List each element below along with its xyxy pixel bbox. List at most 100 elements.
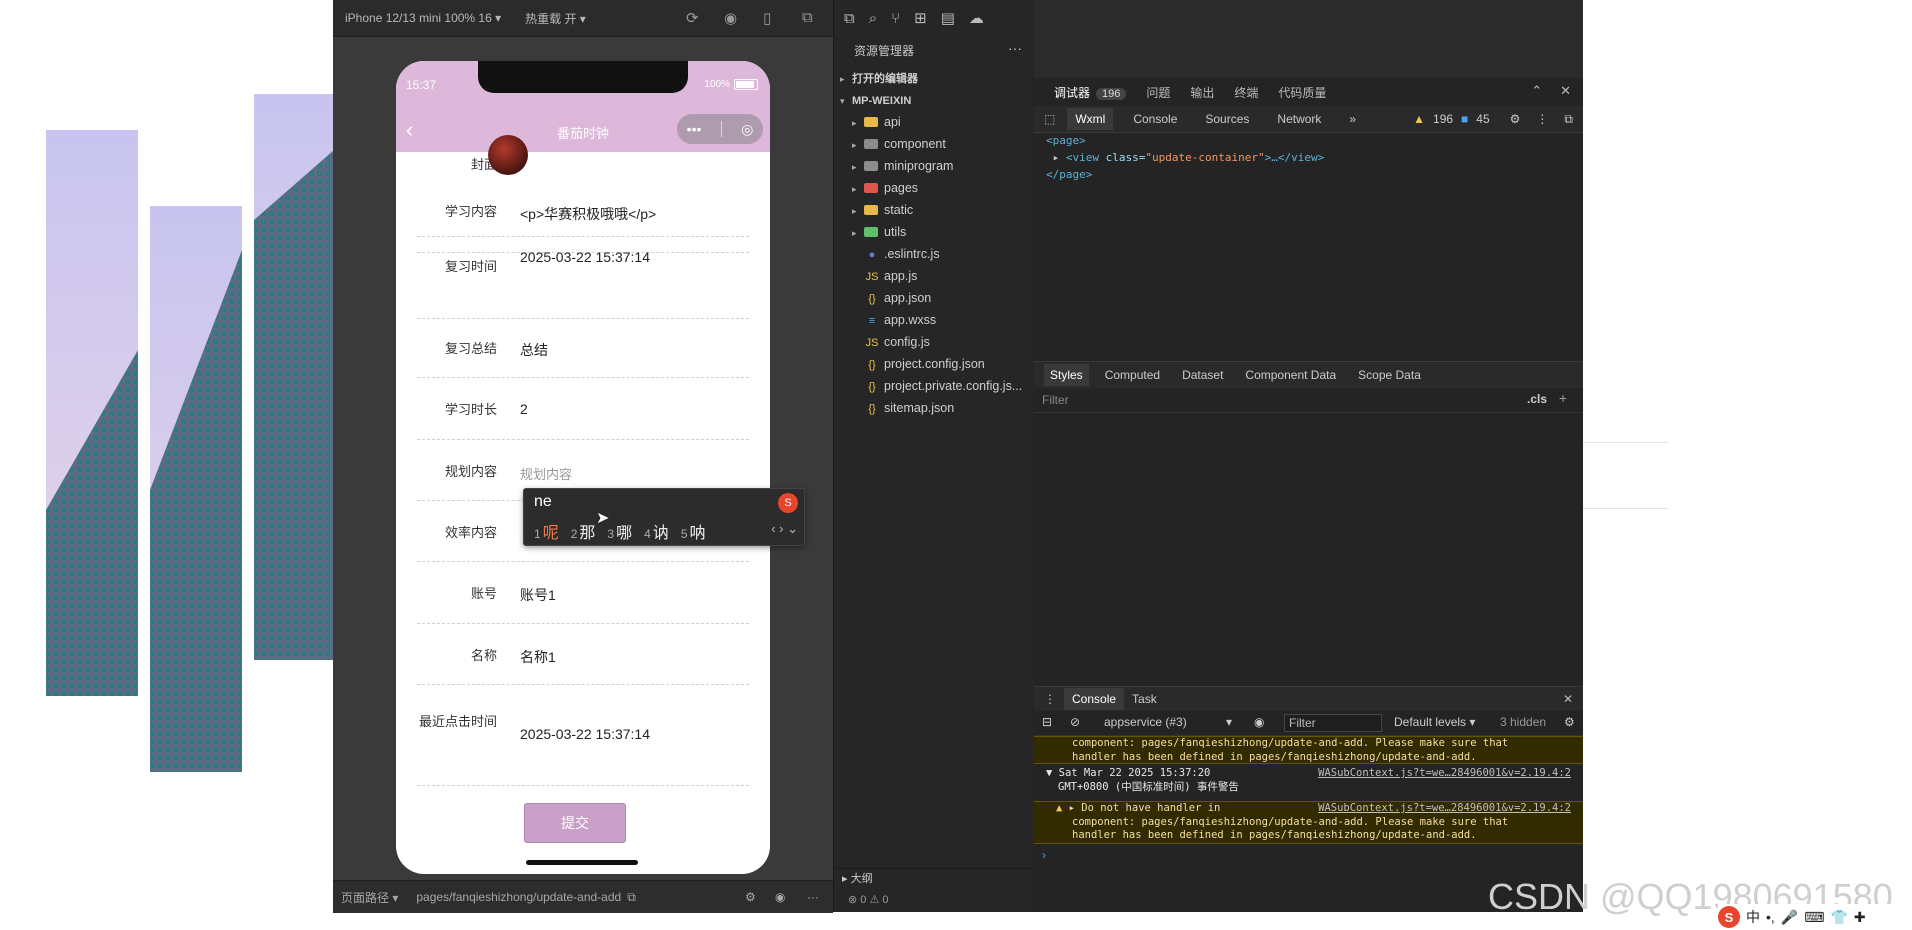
duration-value[interactable]: 2 <box>520 401 528 417</box>
ime-candidate[interactable]: 2那 <box>571 519 596 543</box>
folder-item[interactable]: ▸ static <box>834 199 1052 221</box>
wxml-view-node[interactable]: ▸ <view class="update-container">…</view… <box>1046 149 1325 166</box>
console-warning-entry[interactable]: component: pages/fanqieshizhong/update-a… <box>1034 736 1583 764</box>
console-filter-input[interactable]: Filter <box>1284 714 1382 732</box>
folder-item[interactable]: ▸ utils <box>834 221 1052 243</box>
files-icon[interactable]: ⧉ <box>844 10 855 27</box>
sogou-ime-icon[interactable]: S <box>1718 906 1740 928</box>
folder-item[interactable]: ▸ miniprogram <box>834 155 1052 177</box>
source-link[interactable]: WASubContext.js?t=we…28496001&v=2.19.4:2 <box>1318 802 1571 816</box>
file-item[interactable]: JS config.js <box>834 331 1064 353</box>
tab-sources[interactable]: Sources <box>1197 108 1257 130</box>
console-settings-icon[interactable]: ⚙ <box>1564 715 1575 729</box>
dock-icon[interactable]: ⧉ <box>1564 112 1573 127</box>
close-icon[interactable]: ✕ <box>1560 83 1571 99</box>
settings-icon[interactable]: ⚙ <box>745 890 756 904</box>
eye-icon[interactable]: ◉ <box>1254 715 1264 729</box>
tab-console-drawer[interactable]: Console <box>1064 688 1125 710</box>
console-log-entry[interactable]: ▼ Sat Mar 22 2025 15:37:20 WASubContext.j… <box>1034 767 1583 799</box>
folder-item[interactable]: ▸ component <box>834 133 1052 155</box>
console-warning-entry[interactable]: ▲ ▸ Do not have handler in WASubContext.j… <box>1034 801 1583 844</box>
sogou-logo-icon[interactable]: S <box>778 493 798 513</box>
inspect-icon[interactable]: ⬚ <box>1044 112 1055 126</box>
page-path-label[interactable]: 页面路径 ▾ <box>341 889 398 906</box>
file-item[interactable]: {} project.config.json <box>834 353 1064 375</box>
file-item[interactable]: ≡ app.wxss <box>834 309 1064 331</box>
submit-button[interactable]: 提交 <box>524 803 626 843</box>
outline-section[interactable]: ▸ 大纲 <box>834 868 1042 889</box>
source-link[interactable]: WASubContext.js?t=we…28496001&v=2.19.4:2 <box>1318 767 1571 781</box>
hot-reload-toggle[interactable]: 热重载 开 ▾ <box>525 10 586 27</box>
file-item[interactable]: {} app.json <box>834 287 1064 309</box>
clear-console-icon[interactable]: ⊘ <box>1070 715 1080 729</box>
gear-icon[interactable]: ⚙ <box>1510 112 1521 126</box>
ime-candidate[interactable]: 5呐 <box>681 519 706 543</box>
tab-wxml[interactable]: Wxml <box>1067 108 1114 130</box>
debug-icon[interactable]: ▤ <box>941 9 955 27</box>
account-value[interactable]: 账号1 <box>520 585 556 605</box>
folder-item[interactable]: ▸ pages <box>834 177 1052 199</box>
drawer-menu-icon[interactable]: ⋮ <box>1044 692 1056 706</box>
tab-computed[interactable]: Computed <box>1099 364 1166 386</box>
close-target-icon[interactable]: ◎ <box>741 121 753 138</box>
extensions-icon[interactable]: ⊞ <box>914 9 927 27</box>
device-selector[interactable]: iPhone 12/13 mini 100% 16 ▾ <box>345 11 501 25</box>
open-editors-section[interactable]: ▸ 打开的编辑器 <box>834 67 1040 89</box>
tab-code-quality[interactable]: 代码质量 <box>1278 84 1326 101</box>
close-drawer-icon[interactable]: ✕ <box>1563 692 1573 706</box>
wxml-page-open[interactable]: <page> <box>1046 132 1324 149</box>
tab-output[interactable]: 输出 <box>1190 84 1214 101</box>
levels-selector[interactable]: Default levels ▾ <box>1394 715 1475 729</box>
file-item[interactable]: {} project.private.config.js... <box>834 375 1064 397</box>
ime-candidate[interactable]: 4讷 <box>644 519 669 543</box>
phone-icon[interactable]: ▯ <box>763 9 771 27</box>
last-click-value[interactable]: 2025-03-22 15:37:14 <box>520 726 650 742</box>
file-item[interactable]: ● .eslintrc.js <box>834 243 1064 265</box>
styles-filter-input[interactable]: Filter <box>1042 393 1069 407</box>
project-root[interactable]: ▾ MP-WEIXIN <box>834 89 1040 111</box>
tab-console[interactable]: Console <box>1125 108 1185 130</box>
tab-terminal[interactable]: 终端 <box>1234 84 1258 101</box>
collapse-icon[interactable]: ⌃ <box>1531 83 1542 99</box>
sidebar-toggle-icon[interactable]: ⊟ <box>1042 715 1052 729</box>
cloud-icon[interactable]: ☁ <box>969 9 984 27</box>
tab-debugger[interactable]: 调试器 196 <box>1054 84 1127 101</box>
ime-page-arrows-icon[interactable]: ‹ › ⌄ <box>771 521 798 537</box>
tab-styles[interactable]: Styles <box>1044 364 1089 386</box>
console-prompt[interactable]: › <box>1042 848 1046 862</box>
more-tabs-icon[interactable]: » <box>1341 108 1364 130</box>
ime-mode[interactable]: 中 <box>1746 907 1760 927</box>
more-dots-icon[interactable]: ••• <box>687 121 702 137</box>
detach-icon[interactable]: ⧉ <box>802 9 813 26</box>
git-branch-icon[interactable]: ⑂ <box>891 10 900 27</box>
ime-candidate[interactable]: 3哪 <box>607 519 632 543</box>
warning-count[interactable]: 196 <box>1433 112 1453 126</box>
review-summary-value[interactable]: 总结 <box>520 340 548 360</box>
tab-network[interactable]: Network <box>1269 108 1329 130</box>
more-icon[interactable]: ··· <box>807 890 819 904</box>
study-value[interactable]: <p>华赛积极哦哦</p> <box>520 204 656 224</box>
microphone-icon[interactable]: 🎤 <box>1781 909 1798 926</box>
explorer-more-icon[interactable]: ··· <box>1008 40 1022 56</box>
tab-component-data[interactable]: Component Data <box>1239 364 1342 386</box>
eye-icon[interactable]: ◉ <box>775 890 785 904</box>
punctuation-mode[interactable]: •, <box>1766 909 1775 925</box>
folder-item[interactable]: ▸ api <box>834 111 1052 133</box>
cls-toggle[interactable]: .cls <box>1527 392 1547 406</box>
add-rule-icon[interactable]: + <box>1559 390 1567 406</box>
stop-icon[interactable]: ◉ <box>724 9 737 27</box>
wxml-page-close[interactable]: </page> <box>1046 166 1324 183</box>
tab-task[interactable]: Task <box>1124 688 1165 710</box>
toolbox-icon[interactable]: ✚ <box>1854 909 1866 926</box>
tab-scope-data[interactable]: Scope Data <box>1352 364 1427 386</box>
info-count[interactable]: 45 <box>1476 112 1489 126</box>
ime-candidate[interactable]: 1呢 <box>534 519 559 543</box>
chevron-down-icon[interactable]: ▾ <box>1226 715 1232 729</box>
kebab-icon[interactable]: ⋮ <box>1536 112 1548 126</box>
keyboard-icon[interactable]: ⌨ <box>1804 909 1824 926</box>
file-item[interactable]: JS app.js <box>834 265 1064 287</box>
problems-status[interactable]: ⊗ 0 ⚠ 0 <box>834 888 1048 912</box>
name-value[interactable]: 名称1 <box>520 647 556 667</box>
tab-problems[interactable]: 问题 <box>1146 84 1170 101</box>
plan-input[interactable]: 规划内容 <box>520 464 572 483</box>
